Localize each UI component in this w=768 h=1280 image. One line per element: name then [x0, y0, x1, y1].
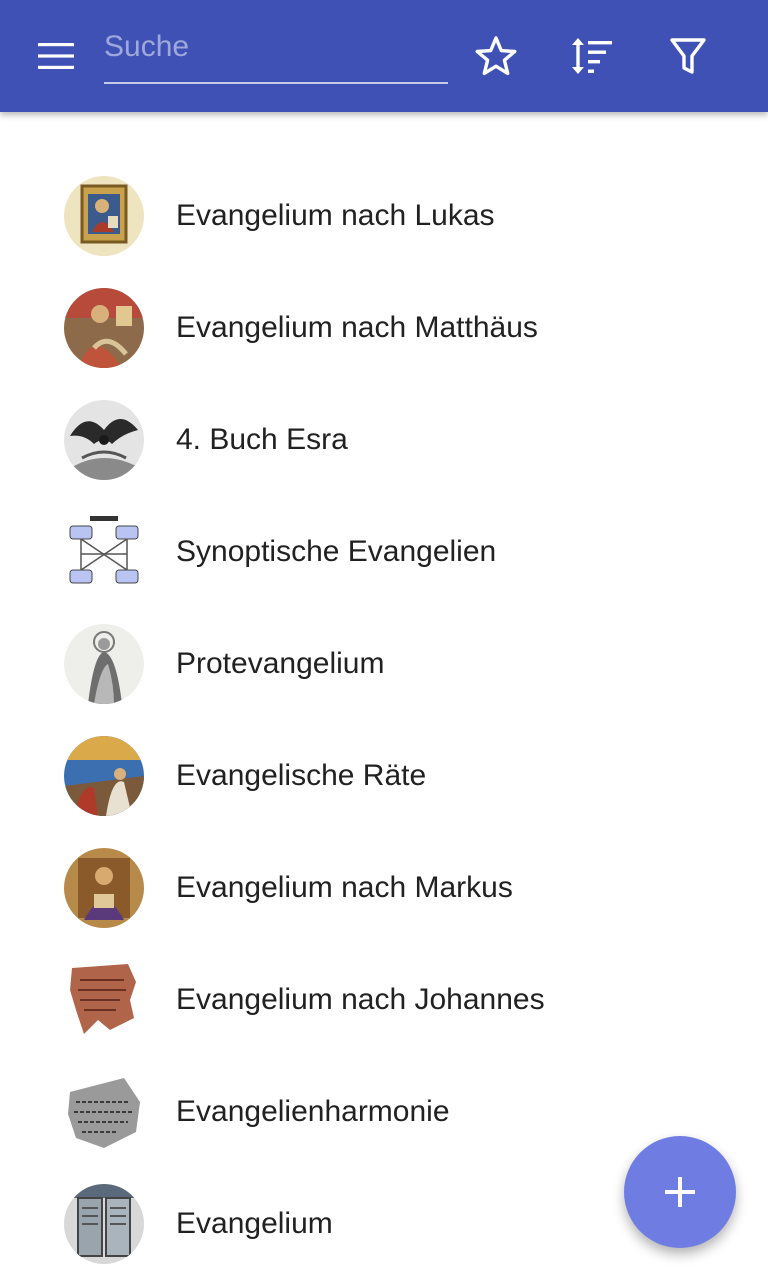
item-title: Synoptische Evangelien [176, 535, 497, 568]
list-item[interactable]: Protevangelium [0, 608, 768, 720]
app-screen: Evangelium nach Lukas Evangelium nach Ma… [0, 0, 768, 1280]
item-thumbnail [64, 1184, 144, 1264]
item-title: 4. Buch Esra [176, 423, 348, 456]
item-title: Evangelium nach Markus [176, 871, 513, 904]
star-outline-icon [475, 36, 517, 76]
item-title: Evangelium nach Matthäus [176, 311, 538, 344]
add-button[interactable] [624, 1136, 736, 1248]
item-title: Evangelium [176, 1207, 333, 1240]
item-thumbnail [64, 1072, 144, 1152]
list-item[interactable]: Evangelium nach Lukas [0, 160, 768, 272]
item-title: Evangelium nach Lukas [176, 199, 495, 232]
plus-icon [665, 1177, 695, 1207]
item-thumbnail [64, 960, 144, 1040]
search-field [104, 24, 448, 84]
item-title: Evangelische Räte [176, 759, 427, 792]
item-title: Protevangelium [176, 647, 385, 680]
menu-button[interactable] [24, 24, 88, 88]
article-list: Evangelium nach Lukas Evangelium nach Ma… [0, 160, 768, 1280]
favorites-button[interactable] [464, 24, 528, 88]
list-item[interactable]: Evangelium nach Markus [0, 832, 768, 944]
menu-icon [38, 43, 74, 69]
item-thumbnail [64, 400, 144, 480]
item-thumbnail [64, 176, 144, 256]
item-thumbnail [64, 848, 144, 928]
list-item[interactable]: Evangelische Räte [0, 720, 768, 832]
search-input[interactable] [104, 24, 448, 70]
sort-icon [572, 38, 612, 74]
item-thumbnail [64, 288, 144, 368]
item-thumbnail [64, 512, 144, 592]
list-item[interactable]: Evangelium nach Johannes [0, 944, 768, 1056]
filter-icon [670, 38, 706, 74]
item-thumbnail [64, 624, 144, 704]
filter-button[interactable] [656, 24, 720, 88]
item-title: Evangelienharmonie [176, 1095, 450, 1128]
list-item[interactable]: Evangelium nach Matthäus [0, 272, 768, 384]
list-item[interactable]: Synoptische Evangelien [0, 496, 768, 608]
item-thumbnail [64, 736, 144, 816]
list-item[interactable]: 4. Buch Esra [0, 384, 768, 496]
app-bar [0, 0, 768, 112]
sort-button[interactable] [560, 24, 624, 88]
item-title: Evangelium nach Johannes [176, 983, 545, 1016]
